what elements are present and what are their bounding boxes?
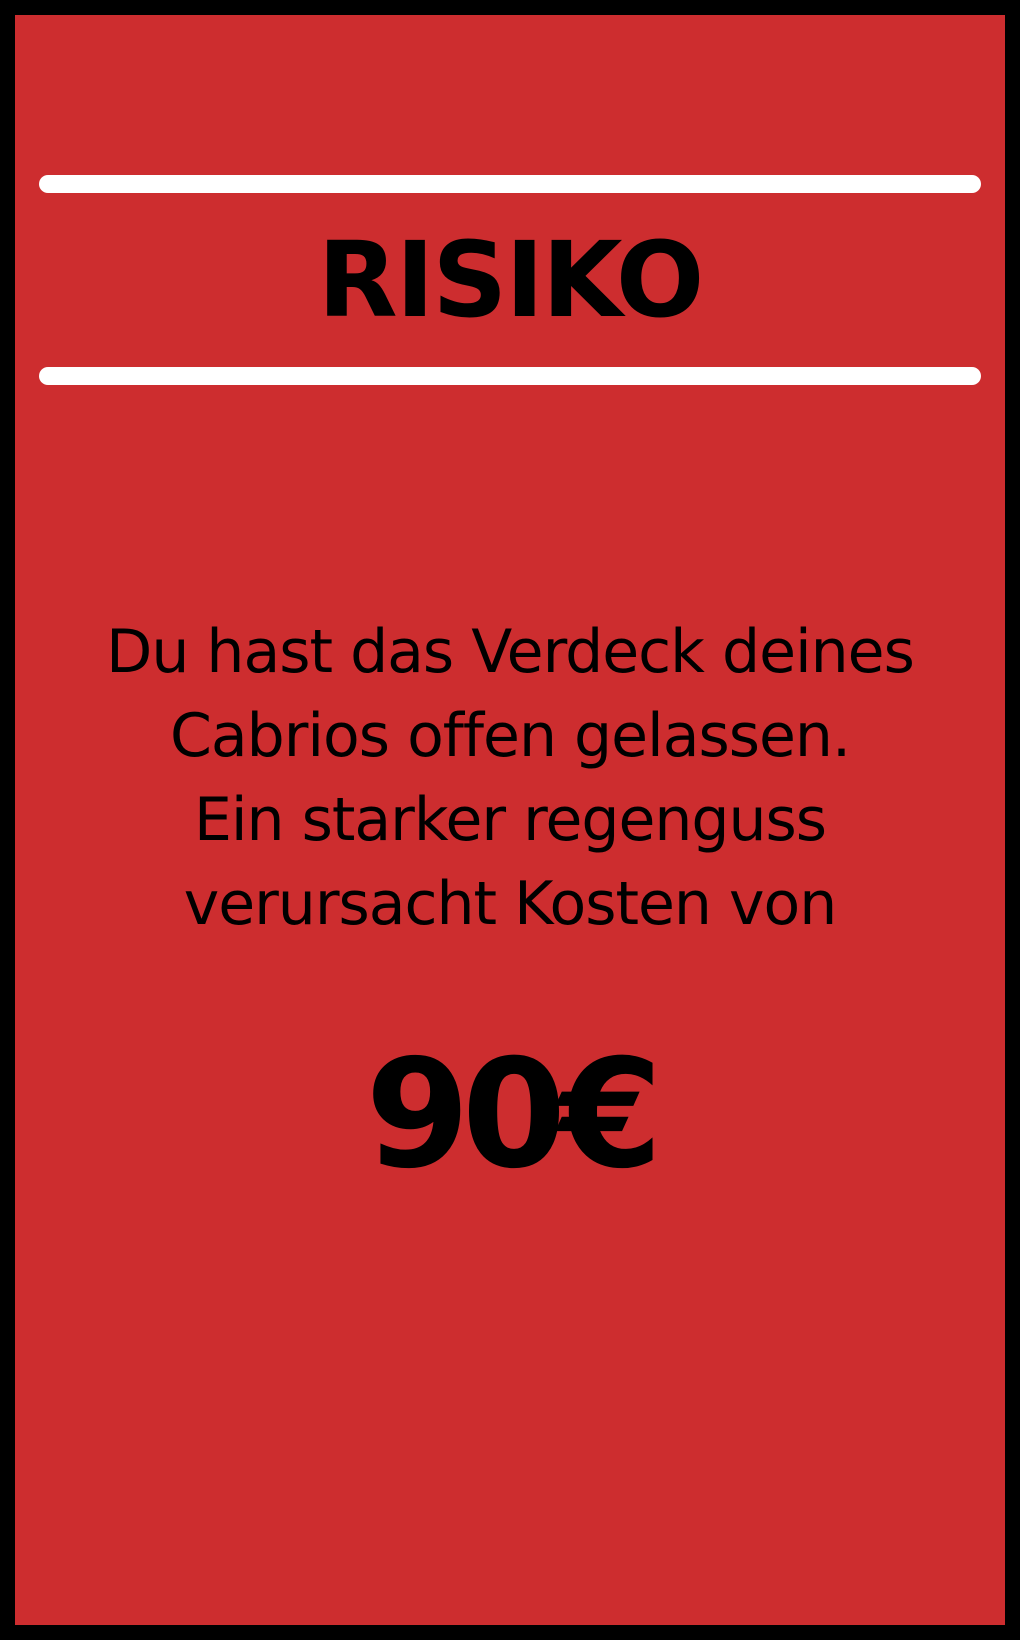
card-title: RISIKO bbox=[317, 219, 705, 341]
cost-amount: 90€ bbox=[365, 1028, 662, 1202]
title-top-rule bbox=[39, 175, 981, 193]
risk-card: RISIKO Du hast das Verdeck deines Cabrio… bbox=[0, 0, 1020, 1640]
description-line-1: Du hast das Verdeck deines bbox=[106, 617, 915, 687]
description-line-2: Cabrios offen gelassen. bbox=[169, 701, 851, 771]
card-description: Du hast das Verdeck deines Cabrios offen… bbox=[55, 610, 965, 946]
description-line-4: verursacht Kosten von bbox=[183, 869, 838, 939]
title-bottom-rule bbox=[39, 367, 981, 385]
description-line-3: Ein starker regenguss bbox=[193, 785, 827, 855]
